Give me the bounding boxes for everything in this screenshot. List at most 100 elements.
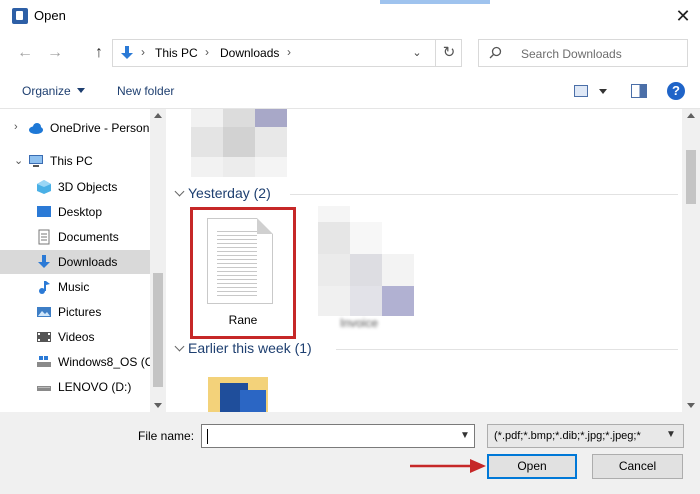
pictures-icon <box>37 307 51 317</box>
file-type-value: (*.pdf;*.bmp;*.dib;*.jpg;*.jpeg;* <box>494 430 641 442</box>
blurred-thumbnail <box>223 157 255 177</box>
scroll-down-icon[interactable] <box>154 403 162 408</box>
blurred-thumbnail <box>350 222 382 254</box>
blurred-thumbnail <box>318 254 350 286</box>
chevron-down-icon[interactable]: ⌄ <box>14 154 23 167</box>
group-header-yesterday[interactable]: Yesterday (2) <box>174 184 678 204</box>
breadcrumb-separator: › <box>141 45 145 59</box>
blurred-thumbnail <box>223 127 255 157</box>
help-icon[interactable]: ? <box>667 82 685 100</box>
close-icon[interactable]: ✕ <box>668 2 698 30</box>
scroll-down-icon[interactable] <box>687 403 695 408</box>
blurred-thumbnail <box>255 157 287 177</box>
scroll-up-icon[interactable] <box>154 113 162 118</box>
sidebar-item-3d-objects[interactable]: 3D Objects <box>0 175 150 199</box>
desktop-icon <box>37 206 51 217</box>
blurred-thumbnail <box>255 109 287 127</box>
cancel-button[interactable]: Cancel <box>592 454 683 479</box>
refresh-icon[interactable]: ↻ <box>435 40 462 66</box>
annotation-arrow-icon <box>410 459 486 473</box>
chevron-right-icon[interactable]: › <box>14 121 18 133</box>
page-fold <box>257 218 273 234</box>
window-title: Open <box>34 8 66 23</box>
sidebar-item-windows8-os[interactable]: Windows8_OS (C <box>0 350 153 374</box>
back-arrow-icon[interactable]: ← <box>14 42 36 64</box>
videos-icon <box>37 332 51 342</box>
folder-document-preview <box>240 390 266 412</box>
group-divider <box>336 349 678 350</box>
sidebar-item-onedrive[interactable]: › OneDrive - Person <box>0 116 150 140</box>
view-options-icon[interactable] <box>574 85 588 97</box>
open-button[interactable]: Open <box>487 454 577 479</box>
sidebar-item-label: OneDrive - Person <box>50 121 150 135</box>
navigation-pane: › OneDrive - Person ⌄ This PC 3D Objects… <box>0 109 166 412</box>
sidebar-item-lenovo-d[interactable]: LENOVO (D:) <box>0 375 150 399</box>
breadcrumb-separator: › <box>205 45 209 59</box>
music-icon <box>39 281 50 294</box>
sidebar-item-downloads[interactable]: Downloads <box>0 250 150 274</box>
up-arrow-icon[interactable]: ↑ <box>88 42 110 64</box>
command-toolbar: Organize New folder ? <box>0 76 700 108</box>
text-lines <box>217 231 257 297</box>
search-box[interactable]: Search Downloads <box>478 39 688 67</box>
chevron-down-icon[interactable] <box>77 88 85 93</box>
group-header-earlier-this-week[interactable]: Earlier this week (1) <box>174 339 678 359</box>
drive-os-icon <box>37 356 51 367</box>
search-input[interactable]: Search Downloads <box>521 47 622 61</box>
blurred-file-name: Invoice <box>340 316 379 330</box>
group-label: Yesterday (2) <box>188 185 271 201</box>
download-icon <box>121 46 133 59</box>
content-scrollbar-thumb[interactable] <box>686 150 696 204</box>
sidebar-item-music[interactable]: Music <box>0 275 150 299</box>
sidebar-item-label: This PC <box>50 154 93 168</box>
title-bar: Open ✕ <box>0 0 700 32</box>
group-divider <box>290 194 678 195</box>
sidebar-item-desktop[interactable]: Desktop <box>0 200 150 224</box>
text-document-icon <box>207 218 273 304</box>
file-name-field[interactable]: ▼ <box>201 424 475 448</box>
breadcrumb-this-pc[interactable]: This PC <box>155 46 198 60</box>
file-name: Rane <box>228 313 258 327</box>
blurred-thumbnail <box>223 109 255 127</box>
sidebar-item-label: Downloads <box>58 255 118 269</box>
search-icon <box>489 46 502 59</box>
sidebar-item-pictures[interactable]: Pictures <box>0 300 150 324</box>
address-bar[interactable]: › This PC › Downloads › ⌄ ↻ <box>112 39 462 67</box>
blurred-thumbnail <box>382 254 414 286</box>
computer-icon <box>29 155 43 167</box>
blurred-thumbnail <box>318 222 350 254</box>
sidebar-item-this-pc[interactable]: ⌄ This PC <box>0 149 150 173</box>
chevron-down-icon[interactable]: ▼ <box>666 429 676 440</box>
breadcrumb-separator: › <box>287 45 291 59</box>
forward-arrow-icon[interactable]: → <box>44 42 66 64</box>
blurred-thumbnail <box>318 286 350 316</box>
sidebar-item-label: Music <box>58 280 90 294</box>
file-name-label: File name: <box>138 429 195 443</box>
navigation-bar: ← → ↑ › This PC › Downloads › ⌄ ↻ Search… <box>0 34 700 74</box>
sidebar-item-label: Desktop <box>58 205 103 219</box>
new-folder-button[interactable]: New folder <box>117 84 174 98</box>
file-tile-rane[interactable]: Rane <box>190 207 296 339</box>
breadcrumb-downloads[interactable]: Downloads <box>220 46 279 60</box>
sidebar-item-label: Videos <box>58 330 95 344</box>
chevron-down-icon[interactable]: ▼ <box>457 428 473 444</box>
chevron-down-icon[interactable]: ⌄ <box>409 44 425 62</box>
cloud-icon <box>29 123 43 134</box>
sidebar-scrollbar-thumb[interactable] <box>153 273 163 387</box>
scroll-up-icon[interactable] <box>687 113 695 118</box>
chevron-down-icon[interactable] <box>599 89 607 94</box>
cube-icon <box>37 180 51 194</box>
file-type-select[interactable]: (*.pdf;*.bmp;*.dib;*.jpg;*.jpeg;* ▼ <box>487 424 684 448</box>
group-label: Earlier this week (1) <box>188 340 312 356</box>
blurred-thumbnail <box>382 286 414 316</box>
download-icon <box>38 255 50 268</box>
preview-pane-icon[interactable] <box>631 84 647 98</box>
text-cursor <box>207 429 208 444</box>
sidebar-item-videos[interactable]: Videos <box>0 325 150 349</box>
blurred-thumbnail <box>350 254 382 286</box>
blurred-thumbnail <box>350 286 382 316</box>
sidebar-item-documents[interactable]: Documents <box>0 225 150 249</box>
sidebar-item-label: LENOVO (D:) <box>58 380 132 394</box>
organize-button[interactable]: Organize <box>22 84 71 98</box>
sidebar-item-label: Pictures <box>58 305 102 319</box>
